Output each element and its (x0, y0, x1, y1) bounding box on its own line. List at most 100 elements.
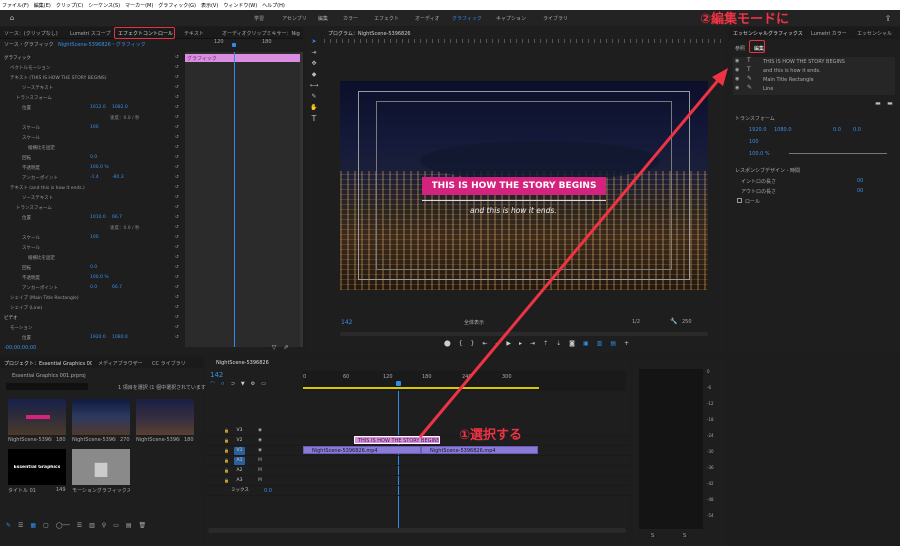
menu-item[interactable]: シーケンス(S) (88, 2, 120, 9)
camera-icon[interactable]: ◙ (569, 340, 575, 350)
ec-value[interactable]: 66.7 (112, 285, 122, 290)
workspace-tab[interactable]: エフェクト (374, 15, 399, 22)
workspace-tab[interactable]: オーディオ (415, 15, 440, 22)
reset-icon[interactable]: ↺ (175, 65, 179, 70)
ec-value[interactable]: 100 (90, 235, 99, 240)
project-item[interactable]: ▆ (72, 449, 130, 485)
reset-icon[interactable]: ↺ (175, 205, 179, 210)
step-forward-icon[interactable]: ▸ (519, 340, 522, 350)
lock-icon[interactable]: 🔒 (224, 468, 229, 473)
ec-property-row[interactable]: スケール 100 ↺ (0, 234, 185, 241)
ec-property-row[interactable]: シェイプ (Main Title Rectangle) ↺ (0, 294, 185, 301)
automate-icon[interactable]: ▥ (89, 522, 95, 532)
eye-icon[interactable]: ◉ (258, 428, 262, 433)
menu-item[interactable]: マーカー(M) (125, 2, 153, 9)
program-video[interactable]: THIS IS HOW THE STORY BEGINS and this is… (340, 81, 708, 290)
ec-filter-icon[interactable]: ▽ (270, 343, 278, 351)
eye-icon[interactable]: ◉ (735, 85, 739, 91)
track-label[interactable]: V2 (234, 437, 245, 445)
eg-scale[interactable]: 100 (749, 139, 759, 145)
tab-lumetri-color[interactable]: Lumetri カラー (811, 30, 847, 37)
tab-audio-clip-mixer[interactable]: オーディオクリップミキサー：Night (222, 30, 300, 37)
quality-dropdown[interactable]: 1/2 (632, 319, 640, 325)
ec-property-row[interactable]: 位置 1920.0 1080.0 ↺ (0, 334, 185, 341)
new-folder-icon[interactable]: ▬ (874, 99, 882, 107)
menu-item[interactable]: ヘルプ(H) (262, 2, 285, 9)
ec-property-row[interactable]: トランスフォーム ↺ (0, 94, 185, 101)
ec-property-row[interactable]: トランスフォーム ↺ (0, 204, 185, 211)
ec-property-row[interactable]: テキスト (and this is how it ends.) ↺ (0, 184, 185, 191)
ec-property-row[interactable]: ビデオ ↺ (0, 314, 185, 321)
eg-layer-row[interactable]: ◉ T THIS IS HOW THE STORY BEGINS (733, 57, 895, 66)
zoom-slider-icon[interactable]: ◯── (56, 522, 70, 532)
tab-lumetri-scopes[interactable]: Lumetri スコープ (70, 30, 111, 37)
ec-value[interactable]: 1080.0 (112, 335, 128, 340)
pencil-icon[interactable]: ✎ (6, 522, 11, 532)
home-icon[interactable]: ⌂ (8, 14, 16, 22)
reset-icon[interactable]: ↺ (175, 145, 179, 150)
ec-property-row[interactable]: モーション ↺ (0, 324, 185, 331)
workspace-tab[interactable]: アセンブリ (282, 15, 307, 22)
breadcrumb-sequence[interactable]: NightScene-5396826・グラフィック (58, 41, 146, 48)
share-icon[interactable]: ⇪ (883, 13, 893, 23)
add-button-icon[interactable]: + (624, 340, 629, 350)
menu-item[interactable]: 表示(V) (201, 2, 218, 9)
menu-item[interactable]: グラフィック(G) (158, 2, 196, 9)
ec-graphic-clip[interactable]: グラフィック (185, 54, 300, 62)
ec-value[interactable]: 100 (90, 125, 99, 130)
ec-property-row[interactable]: 回転 0.0 ↺ (0, 264, 185, 271)
eg-pos-x[interactable]: 1920.0 (749, 127, 767, 133)
ec-property-row[interactable]: スケール ↺ (0, 134, 185, 141)
fit-dropdown[interactable]: 全体表示 (464, 319, 484, 326)
ec-property-row[interactable]: 回転 0.0 ↺ (0, 154, 185, 161)
tab-project[interactable]: プロジェクト：Essential Graphics 001 (4, 360, 92, 367)
type-tool-icon[interactable]: T (310, 114, 318, 123)
reset-icon[interactable]: ↺ (175, 225, 179, 230)
reset-icon[interactable]: ↺ (175, 115, 179, 120)
find-icon[interactable]: ⚲ (102, 522, 106, 532)
eye-icon[interactable]: ◉ (735, 67, 739, 73)
mute-icon[interactable]: M (258, 478, 262, 483)
roll-checkbox[interactable] (737, 198, 742, 203)
link-icon[interactable]: ⊃ (231, 381, 235, 389)
timeline-scrollbar[interactable] (208, 528, 626, 533)
snap-icon[interactable]: ⌒ (210, 381, 215, 389)
captions-icon[interactable]: ▭ (261, 381, 266, 389)
ec-value[interactable]: 速度：0.0 / 秒 (110, 115, 140, 121)
meter-solo-right[interactable]: S (683, 533, 686, 539)
ec-property-row[interactable]: ソーステキスト ↺ (0, 194, 185, 201)
ec-value[interactable]: -80.3 (112, 175, 124, 180)
track-row[interactable]: ミックス 0.0 (206, 487, 630, 496)
ec-property-row[interactable]: ソーステキスト ↺ (0, 84, 185, 91)
reset-icon[interactable]: ↺ (175, 255, 179, 260)
workspace-tab[interactable]: 編集 (318, 15, 328, 22)
tab-text[interactable]: テキスト (184, 30, 204, 37)
reset-icon[interactable]: ↺ (175, 165, 179, 170)
reset-icon[interactable]: ↺ (175, 155, 179, 160)
ec-value[interactable]: 1082.0 (112, 105, 128, 110)
reset-icon[interactable]: ↺ (175, 245, 179, 250)
ec-value[interactable]: 100.0 % (90, 275, 109, 280)
reset-icon[interactable]: ↺ (175, 265, 179, 270)
project-item[interactable] (72, 399, 130, 435)
marker-icon[interactable]: ⬤ (444, 340, 451, 350)
workspace-tab[interactable]: カラー (343, 15, 358, 22)
lift-icon[interactable]: ⇡ (543, 340, 548, 350)
ec-property-row[interactable]: シェイプ (Line) ↺ (0, 304, 185, 311)
breadcrumb-source[interactable]: ソース・グラフィック (4, 41, 54, 48)
new-bin-icon[interactable]: ▭ (113, 522, 119, 532)
mute-icon[interactable]: M (258, 468, 262, 473)
tab-essential-sound[interactable]: エッセンシャル (857, 30, 897, 37)
extract-icon[interactable]: ⇣ (556, 340, 561, 350)
eg-pos-y[interactable]: 1080.0 (774, 127, 792, 133)
workspace-tab[interactable]: グラフィック (452, 15, 482, 22)
menu-item[interactable]: 編集(E) (34, 2, 51, 9)
play-icon[interactable]: ▶ (506, 340, 511, 350)
magnet-icon[interactable]: ∩ (221, 381, 225, 389)
tab-source[interactable]: ソース：(クリップなし) (4, 30, 58, 37)
selection-tool-icon[interactable]: ➤ (310, 37, 318, 45)
lock-icon[interactable]: 🔒 (224, 478, 229, 483)
program-timecode[interactable]: 142 (341, 319, 352, 326)
reset-icon[interactable]: ↺ (175, 305, 179, 310)
eg-anchor-y[interactable]: 0.0 (853, 127, 861, 133)
